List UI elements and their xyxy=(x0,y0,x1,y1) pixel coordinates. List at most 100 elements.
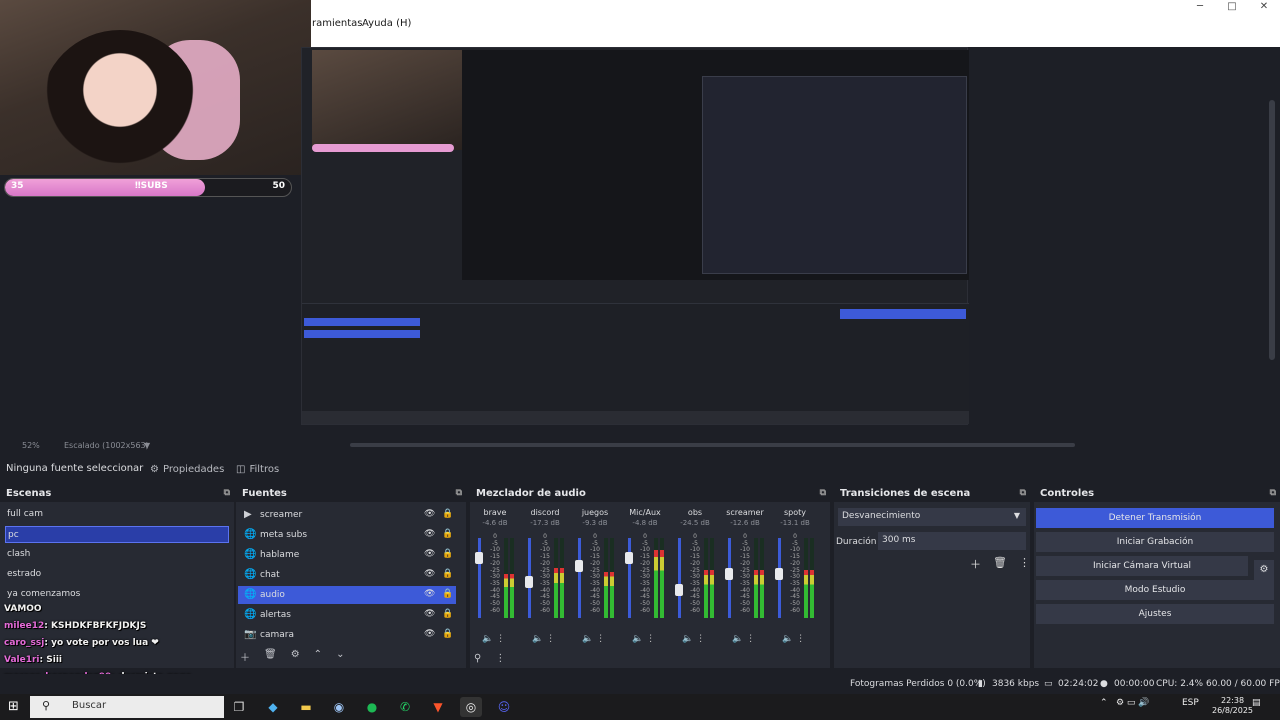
lock-icon[interactable]: 🔒 xyxy=(442,549,453,559)
file-explorer-icon[interactable]: ▬ xyxy=(295,697,317,717)
taskbar-clock[interactable]: 22:38 26/8/2025 xyxy=(1212,696,1253,716)
menu-ayuda[interactable]: Ayuda (H) xyxy=(362,18,411,29)
trash-icon[interactable]: 🗑 xyxy=(264,649,277,664)
fader-knob[interactable] xyxy=(775,568,783,580)
eye-icon[interactable]: 👁 xyxy=(424,629,435,639)
discord-icon[interactable]: ☺ xyxy=(493,697,515,717)
task-view-icon[interactable]: ❐ xyxy=(228,697,250,717)
preview-canvas[interactable] xyxy=(301,47,969,425)
fader-knob[interactable] xyxy=(475,552,483,564)
copilot-icon[interactable]: ◆ xyxy=(262,697,284,717)
scene-item[interactable]: full cam xyxy=(5,506,229,523)
tray-chevron-icon[interactable]: ⌃ xyxy=(1100,698,1108,708)
undock-icon[interactable]: ⧉ xyxy=(1020,488,1026,498)
lock-icon[interactable]: 🔒 xyxy=(442,569,453,579)
steam-icon[interactable]: ◉ xyxy=(328,697,350,717)
speaker-icon[interactable]: 🔈 xyxy=(482,634,493,644)
undock-icon[interactable]: ⧉ xyxy=(1270,488,1276,498)
more-icon[interactable]: ⋮ xyxy=(495,653,505,664)
studio-mode-button[interactable]: Modo Estudio xyxy=(1036,580,1274,600)
brave-icon[interactable]: ▼ xyxy=(427,697,449,717)
source-item[interactable]: 🌐 hablame 👁 🔒 xyxy=(238,546,456,564)
add-icon[interactable]: ＋ xyxy=(970,556,981,572)
source-item[interactable]: 🌐 alertas 👁 🔒 xyxy=(238,606,456,624)
speaker-icon[interactable]: 🔈 xyxy=(582,634,593,644)
menu-herramientas[interactable]: ramientas xyxy=(312,18,363,29)
close-button[interactable]: ✕ xyxy=(1248,0,1280,14)
transition-select[interactable]: Desvanecimiento ▼ xyxy=(838,508,1026,526)
scene-item[interactable]: clash xyxy=(5,546,229,563)
eye-icon[interactable]: 👁 xyxy=(424,509,435,519)
more-icon[interactable]: ⋮ xyxy=(746,634,755,644)
start-virtual-camera-button[interactable]: Iniciar Cámara Virtual xyxy=(1036,556,1248,576)
fader-knob[interactable] xyxy=(525,576,533,588)
duration-input[interactable]: 300 ms xyxy=(878,532,1026,550)
eye-icon[interactable]: 👁 xyxy=(424,589,435,599)
tray-icons[interactable]: ⚙ ▭ 🔊 xyxy=(1116,698,1150,708)
obs-icon[interactable]: ◎ xyxy=(460,697,482,717)
up-icon[interactable]: ⌃ xyxy=(314,649,322,664)
eye-icon[interactable]: 👁 xyxy=(424,569,435,579)
fader-knob[interactable] xyxy=(575,560,583,572)
more-icon[interactable]: ⋮ xyxy=(1019,556,1030,572)
virtual-camera-settings-gear-icon[interactable]: ⚙ xyxy=(1254,560,1274,580)
spotify-icon[interactable]: ● xyxy=(361,697,383,717)
add-icon[interactable]: ＋ xyxy=(240,649,250,664)
volume-fader[interactable] xyxy=(775,538,783,618)
minimize-button[interactable]: ─ xyxy=(1184,0,1216,14)
eye-icon[interactable]: 👁 xyxy=(424,529,435,539)
source-item[interactable]: 🌐 chat 👁 🔒 xyxy=(238,566,456,584)
speaker-icon[interactable]: 🔈 xyxy=(782,634,793,644)
speaker-icon[interactable]: 🔈 xyxy=(632,634,643,644)
down-icon[interactable]: ⌄ xyxy=(336,649,344,664)
properties-button[interactable]: ⚙ Propiedades xyxy=(150,461,224,477)
volume-fader[interactable] xyxy=(625,538,633,618)
stop-streaming-button[interactable]: Detener Transmisión xyxy=(1036,508,1274,528)
maximize-button[interactable]: □ xyxy=(1216,0,1248,14)
scale-dropdown-icon[interactable]: ▼ xyxy=(144,441,150,450)
volume-fader[interactable] xyxy=(675,538,683,618)
source-item[interactable]: 📷 camara 👁 🔒 xyxy=(238,626,456,644)
taskbar-search[interactable]: ⚲ Buscar xyxy=(30,696,224,718)
preview-vertical-scrollbar[interactable] xyxy=(1269,100,1275,360)
lock-icon[interactable]: 🔒 xyxy=(442,589,453,599)
windows-start-icon[interactable]: ⊞ xyxy=(8,699,19,714)
start-recording-button[interactable]: Iniciar Grabación xyxy=(1036,532,1274,552)
lock-icon[interactable]: 🔒 xyxy=(442,529,453,539)
fader-knob[interactable] xyxy=(675,584,683,596)
more-icon[interactable]: ⋮ xyxy=(496,634,505,644)
eye-icon[interactable]: 👁 xyxy=(424,609,435,619)
lock-icon[interactable]: 🔒 xyxy=(442,629,453,639)
speaker-icon[interactable]: 🔈 xyxy=(532,634,543,644)
speaker-icon[interactable]: 🔈 xyxy=(732,634,743,644)
lock-icon[interactable]: 🔒 xyxy=(442,609,453,619)
preview-horizontal-scrollbar[interactable] xyxy=(350,443,1075,447)
zoom-level[interactable]: 52% xyxy=(22,441,40,450)
source-item[interactable]: ▶ screamer 👁 🔒 xyxy=(238,506,456,524)
more-icon[interactable]: ⋮ xyxy=(796,634,805,644)
source-item[interactable]: 🌐 audio 👁 🔒 xyxy=(238,586,456,604)
undock-icon[interactable]: ⧉ xyxy=(456,488,462,498)
eye-icon[interactable]: 👁 xyxy=(424,549,435,559)
filters-button[interactable]: ◫ Filtros xyxy=(236,461,279,477)
volume-fader[interactable] xyxy=(475,538,483,618)
gear-icon[interactable]: ⚙ xyxy=(291,649,300,664)
language-indicator[interactable]: ESP xyxy=(1182,698,1199,708)
source-item[interactable]: 🌐 meta subs 👁 🔒 xyxy=(238,526,456,544)
undock-icon[interactable]: ⧉ xyxy=(820,488,826,498)
scene-item[interactable]: pc xyxy=(5,526,229,543)
trash-icon[interactable]: 🗑 xyxy=(993,556,1007,572)
settings-button[interactable]: Ajustes xyxy=(1036,604,1274,624)
fader-knob[interactable] xyxy=(625,552,633,564)
volume-fader[interactable] xyxy=(575,538,583,618)
notification-icon[interactable]: ▤ xyxy=(1252,698,1261,708)
scene-item[interactable]: ya comenzamos xyxy=(5,586,229,603)
whatsapp-icon[interactable]: ✆ xyxy=(394,697,416,717)
more-icon[interactable]: ⋮ xyxy=(696,634,705,644)
fader-knob[interactable] xyxy=(725,568,733,580)
scene-item[interactable]: estrado xyxy=(5,566,229,583)
more-icon[interactable]: ⋮ xyxy=(596,634,605,644)
more-icon[interactable]: ⋮ xyxy=(546,634,555,644)
volume-fader[interactable] xyxy=(725,538,733,618)
lock-icon[interactable]: 🔒 xyxy=(442,509,453,519)
